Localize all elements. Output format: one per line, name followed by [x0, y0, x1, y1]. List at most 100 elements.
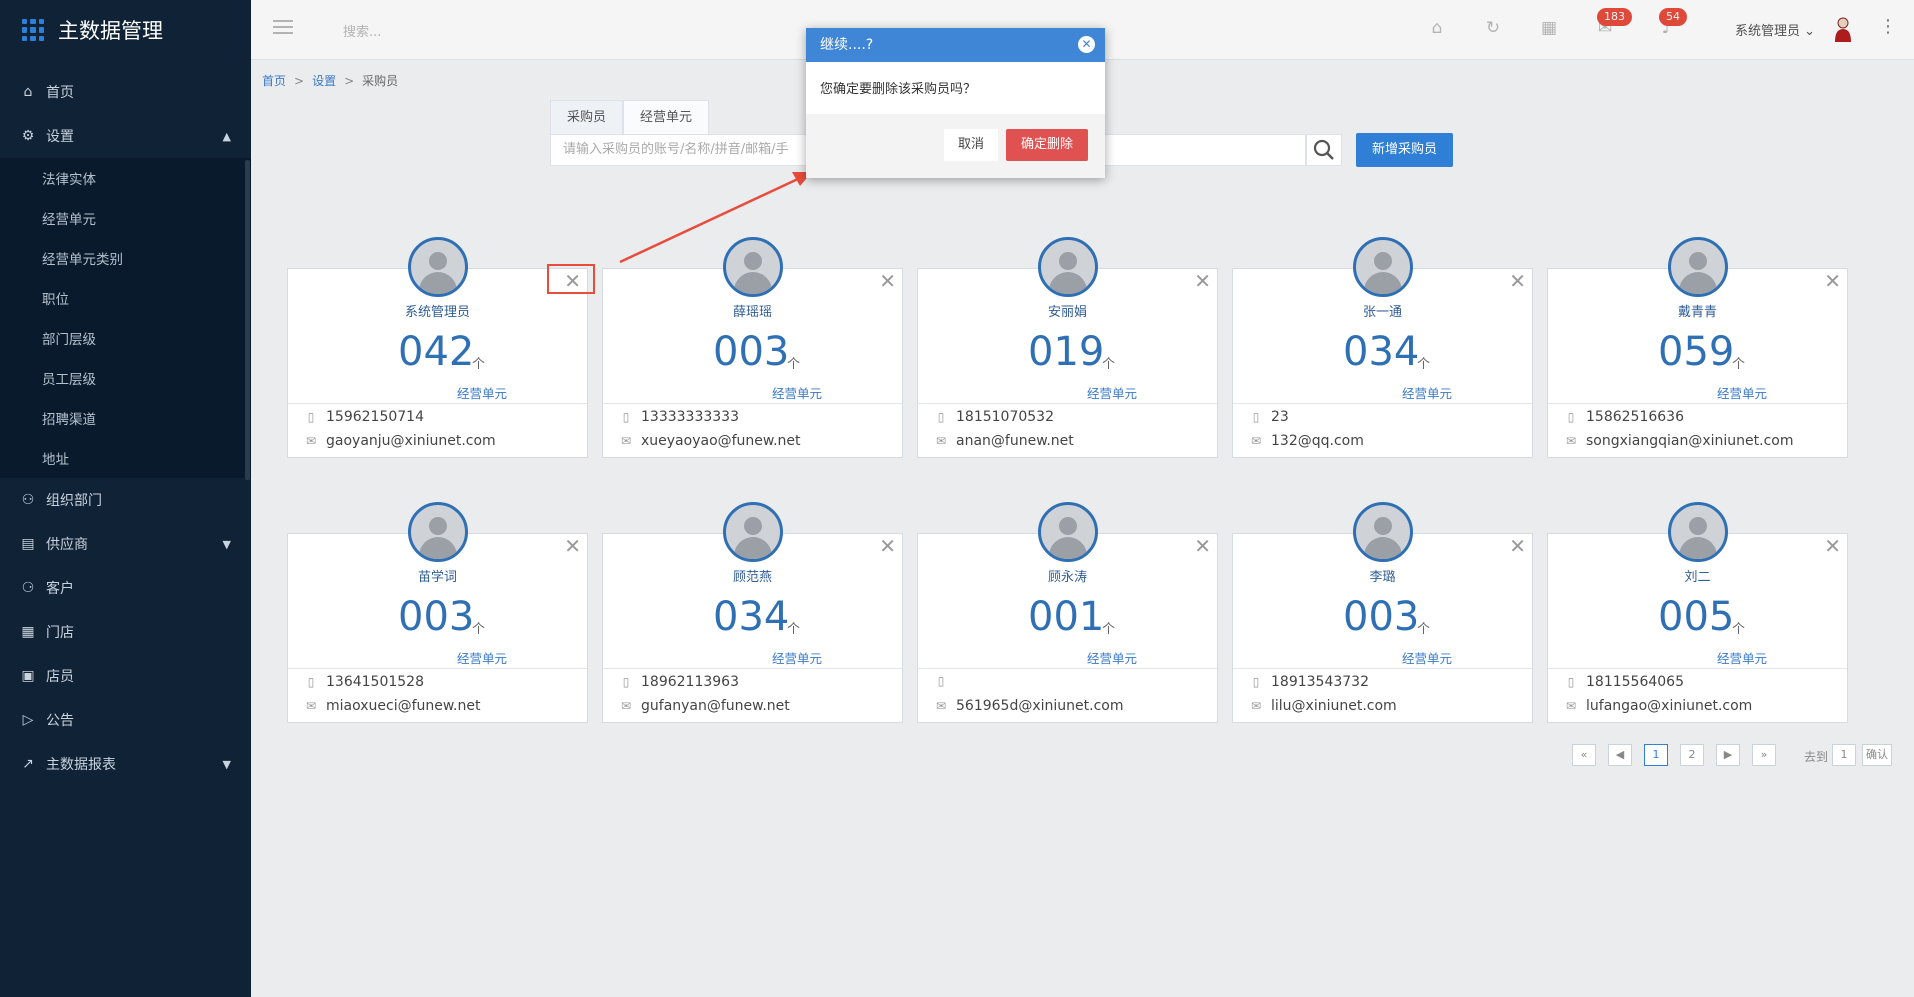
- close-icon[interactable]: ✕: [879, 534, 896, 558]
- cancel-button[interactable]: 取消: [944, 129, 998, 161]
- unit-count: 005: [1658, 594, 1735, 640]
- sidebar-item-store[interactable]: ▦ 门店: [0, 610, 251, 654]
- notice-icon: ▷: [22, 712, 34, 728]
- brand: 主数据管理: [0, 0, 251, 60]
- unit-count: 042: [398, 329, 475, 375]
- unit-label[interactable]: 经营单元: [1717, 648, 1767, 667]
- buyer-card[interactable]: ✕ 安丽娟 019 个经营单元 ▯ 18151070532 ✉ anan@funew.net: [917, 237, 1218, 458]
- dialog-header: 继续....? ✕: [806, 28, 1105, 62]
- unit-label[interactable]: 经营单元: [457, 383, 507, 402]
- pagination-first-button[interactable]: «: [1572, 744, 1596, 766]
- breadcrumb-home[interactable]: 首页: [262, 74, 286, 88]
- dialog-footer: 取消 确定删除: [806, 114, 1105, 178]
- sidebar-subitem[interactable]: 职位: [0, 278, 251, 318]
- buyer-name: 顾永涛: [1047, 570, 1087, 585]
- close-icon[interactable]: ✕: [564, 534, 581, 558]
- close-icon[interactable]: ✕: [1509, 269, 1526, 293]
- unit-label[interactable]: 经营单元: [772, 383, 822, 402]
- buyer-card[interactable]: ✕ 刘二 005 个经营单元 ▯ 18115564065 ✉ lufangao@xiniune…: [1547, 502, 1848, 723]
- sidebar-item-supplier[interactable]: ▤ 供应商 ▼: [0, 522, 251, 566]
- goto-page-input[interactable]: 1: [1832, 744, 1856, 766]
- phone-line: ▯: [934, 674, 956, 688]
- unit-label[interactable]: 经营单元: [1402, 648, 1452, 667]
- sidebar-subitem[interactable]: 部门层级: [0, 318, 251, 358]
- sidebar-item-home[interactable]: ⌂ 首页: [0, 70, 251, 114]
- sidebar-item-notice[interactable]: ▷ 公告: [0, 698, 251, 742]
- sidebar-item-clerk[interactable]: ▣ 店员: [0, 654, 251, 698]
- sidebar-item-org[interactable]: ⚇ 组织部门: [0, 478, 251, 522]
- sidebar-scrollbar[interactable]: [245, 160, 250, 480]
- email-line: ✉ xueyaoyao@funew.net: [620, 433, 801, 449]
- confirm-delete-button[interactable]: 确定删除: [1006, 129, 1088, 161]
- gear-icon: ⚙: [21, 128, 35, 144]
- buyer-name: 薛瑶瑶: [732, 305, 772, 320]
- buyer-card[interactable]: ✕ 戴青青 059 个经营单元 ▯ 15862516636 ✉ songxiangqian@x…: [1547, 237, 1848, 458]
- sidebar-subitem[interactable]: 员工层级: [0, 358, 251, 398]
- sidebar-subitem[interactable]: 经营单元: [0, 198, 251, 238]
- buyer-card[interactable]: ✕ 张一通 034 个经营单元 ▯ 23 ✉ 132@qq.com: [1232, 237, 1533, 458]
- sidebar-subitem[interactable]: 法律实体: [0, 158, 251, 198]
- sidebar-subitem[interactable]: 经营单元类别: [0, 238, 251, 278]
- sidebar-subitem[interactable]: 地址: [0, 438, 251, 478]
- breadcrumb-settings[interactable]: 设置: [312, 74, 336, 88]
- close-icon[interactable]: ✕: [1824, 534, 1841, 558]
- search-button[interactable]: [1306, 134, 1342, 166]
- buyer-name: 安丽娟: [1047, 305, 1087, 320]
- buyer-card[interactable]: ✕ 顾范燕 034 个经营单元 ▯ 18962113963 ✉ gufanyan@funew.…: [602, 502, 903, 723]
- pagination-last-button[interactable]: »: [1752, 744, 1776, 766]
- tab-business-units[interactable]: 经营单元: [623, 100, 710, 134]
- sidebar-item-settings[interactable]: ⚙ 设置 ▲: [0, 114, 251, 158]
- close-icon[interactable]: ✕: [1194, 269, 1211, 293]
- unit-label[interactable]: 经营单元: [1087, 648, 1137, 667]
- phone-line: ▯ 23: [1249, 409, 1289, 425]
- chevron-up-icon: ▲: [222, 129, 231, 143]
- buyer-name: 刘二: [1684, 570, 1711, 585]
- annotation-highlight-box: [547, 264, 595, 294]
- store-icon: ▦: [21, 624, 35, 640]
- buyer-card[interactable]: ✕ 薛瑶瑶 003 个经营单元 ▯ 13333333333 ✉ xueyaoyao@funew…: [602, 237, 903, 458]
- unit-label[interactable]: 经营单元: [1402, 383, 1452, 402]
- sidebar: 主数据管理 ⌂ 首页 ⚙ 设置 ▲ 法律实体 经营单元 经营单元类别 职位 部门层级 …: [0, 0, 251, 997]
- goto-confirm-button[interactable]: 确认: [1862, 744, 1892, 766]
- buyer-card[interactable]: ✕ 李璐 003 个经营单元 ▯ 18913543732 ✉ lilu@xiniunet.co…: [1232, 502, 1533, 723]
- avatar: [1353, 502, 1413, 562]
- phone-icon: ▯: [1252, 675, 1260, 689]
- unit-count: 003: [713, 329, 790, 375]
- phone-icon: ▯: [1252, 410, 1260, 424]
- phone-line: ▯ 18962113963: [619, 674, 739, 690]
- email-line: ✉ gaoyanju@xiniunet.com: [305, 433, 496, 449]
- mail-icon: ✉: [620, 434, 632, 448]
- close-icon[interactable]: ✕: [1194, 534, 1211, 558]
- pagination-page-2[interactable]: 2: [1680, 744, 1704, 766]
- close-icon[interactable]: ✕: [1824, 269, 1841, 293]
- pagination-prev-button[interactable]: ◀: [1608, 744, 1632, 766]
- phone-line: ▯ 13641501528: [304, 674, 424, 690]
- pagination-page-1[interactable]: 1: [1644, 744, 1668, 766]
- close-icon[interactable]: ✕: [1078, 36, 1095, 53]
- buyer-card[interactable]: ✕ 系统管理员 042 个经营单元 ▯ 15962150714 ✉ gaoyanju@xini…: [287, 237, 588, 458]
- phone-line: ▯ 13333333333: [619, 409, 739, 425]
- unit-label[interactable]: 经营单元: [1087, 383, 1137, 402]
- unit-label[interactable]: 经营单元: [1717, 383, 1767, 402]
- close-icon[interactable]: ✕: [1509, 534, 1526, 558]
- unit-count: 001: [1028, 594, 1105, 640]
- unit-label[interactable]: 经营单元: [772, 648, 822, 667]
- sidebar-item-report[interactable]: ↗ 主数据报表 ▼: [0, 742, 251, 786]
- mail-icon: ✉: [935, 434, 947, 448]
- add-buyer-button[interactable]: 新增采购员: [1356, 133, 1453, 167]
- sidebar-subitem[interactable]: 招聘渠道: [0, 398, 251, 438]
- sidebar-item-customer[interactable]: ⚆ 客户: [0, 566, 251, 610]
- email-line: ✉ songxiangqian@xiniunet.com: [1565, 433, 1794, 449]
- buyer-card[interactable]: ✕ 顾永涛 001 个经营单元 ▯ ✉ 561965d@xiniunet.com: [917, 502, 1218, 723]
- tab-buyers[interactable]: 采购员: [550, 100, 624, 134]
- unit-arrow: 个: [1102, 357, 1116, 372]
- unit-count: 059: [1658, 329, 1735, 375]
- email-line: ✉ anan@funew.net: [935, 433, 1074, 449]
- buyer-card[interactable]: ✕ 苗学词 003 个经营单元 ▯ 13641501528 ✉ miaoxueci@funew…: [287, 502, 588, 723]
- unit-arrow: 个: [472, 622, 486, 637]
- close-icon[interactable]: ✕: [879, 269, 896, 293]
- unit-count: 034: [713, 594, 790, 640]
- pagination-next-button[interactable]: ▶: [1716, 744, 1740, 766]
- unit-label[interactable]: 经营单元: [457, 648, 507, 667]
- phone-icon: ▯: [937, 410, 945, 424]
